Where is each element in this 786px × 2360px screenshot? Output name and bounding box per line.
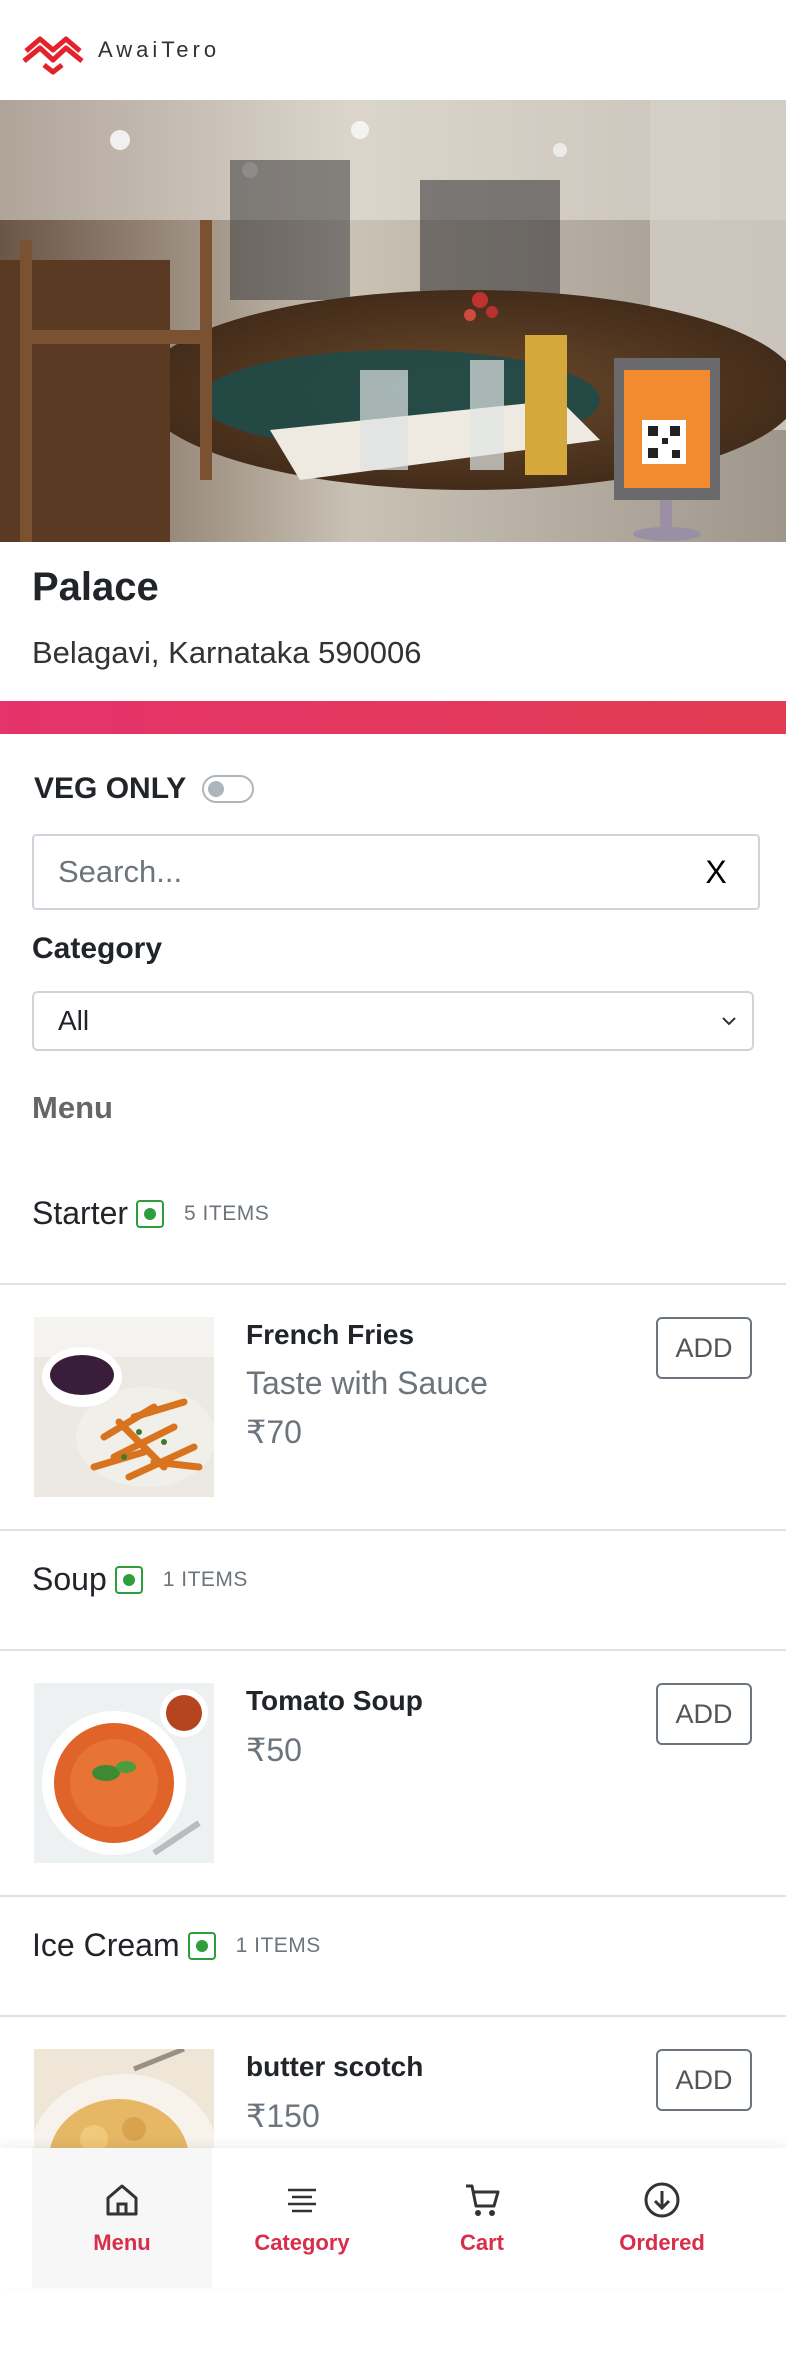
nav-item-ordered[interactable]: Ordered: [572, 2148, 752, 2288]
nav-item-cart[interactable]: Cart: [392, 2148, 572, 2288]
veg-indicator-icon: [187, 1931, 216, 1960]
home-icon: [106, 2184, 138, 2216]
nav-label: Category: [254, 2230, 350, 2255]
item-price: ₹150: [246, 2098, 320, 2134]
french-fries-image: [34, 1317, 214, 1497]
section-item-count: 5 ITEMS: [184, 1201, 270, 1225]
search-input[interactable]: [34, 853, 686, 891]
restaurant-address: Belagavi, Karnataka 590006: [32, 635, 422, 670]
nav-label: Cart: [459, 2230, 504, 2255]
category-selected-value: All: [58, 1005, 90, 1036]
section-header-starter[interactable]: Starter 5 ITEMS: [32, 1195, 269, 1232]
section-header-soup[interactable]: Soup 1 ITEMS: [32, 1561, 248, 1598]
divider: [0, 1895, 786, 1897]
nav-item-category[interactable]: Category: [212, 2148, 392, 2288]
veg-only-label: VEG ONLY: [34, 772, 187, 805]
veg-only-toggle[interactable]: [202, 775, 255, 803]
restaurant-name: Palace: [32, 565, 159, 609]
add-to-cart-button[interactable]: ADD: [656, 2049, 752, 2111]
item-price: ₹70: [246, 1414, 302, 1450]
search-box: X: [32, 834, 760, 910]
category-label: Category: [32, 932, 163, 965]
section-header-ice-cream[interactable]: Ice Cream 1 ITEMS: [32, 1927, 321, 1964]
item-price: ₹50: [246, 1732, 302, 1768]
restaurant-hero-image: [0, 100, 786, 542]
veg-indicator-icon: [114, 1565, 143, 1594]
menu-item: Tomato Soup ₹50 ADD: [0, 1683, 786, 1863]
cart-icon: [466, 2184, 500, 2216]
nav-item-menu[interactable]: Menu: [32, 2148, 212, 2288]
clear-search-button[interactable]: X: [686, 854, 746, 891]
divider: [0, 2015, 786, 2017]
divider: [0, 1649, 786, 1651]
section-item-count: 1 ITEMS: [162, 1567, 248, 1591]
divider: [0, 1529, 786, 1531]
list-icon: [288, 2188, 316, 2213]
section-item-count: 1 ITEMS: [235, 1933, 321, 1957]
chevron-down-icon: [722, 1017, 736, 1026]
app-header: AwaiTero: [0, 0, 786, 100]
bottom-navigation: Menu Category Cart Ordered: [0, 2148, 786, 2288]
accent-divider-bar: [0, 701, 786, 734]
item-name: French Fries: [246, 1319, 415, 1350]
veg-indicator-icon: [136, 1199, 165, 1228]
brand-name: AwaiTero: [98, 37, 221, 62]
item-description: Taste with Sauce: [246, 1365, 488, 1401]
nav-label: Ordered: [619, 2230, 705, 2255]
download-circle-icon: [644, 2182, 680, 2218]
item-name: Tomato Soup: [246, 1685, 423, 1716]
awaitero-logo-icon[interactable]: [20, 25, 86, 75]
toggle-knob: [208, 781, 225, 797]
add-to-cart-button[interactable]: ADD: [656, 1683, 752, 1745]
section-name: Soup: [32, 1561, 107, 1597]
menu-title: Menu: [32, 1090, 113, 1125]
tomato-soup-image: [34, 1683, 214, 1863]
category-select[interactable]: All: [32, 991, 754, 1051]
item-name: butter scotch: [246, 2051, 424, 2082]
section-name: Starter: [32, 1195, 129, 1231]
veg-only-filter: VEG ONLY: [34, 772, 255, 806]
section-name: Ice Cream: [32, 1927, 180, 1963]
divider: [0, 1283, 786, 1285]
nav-label: Menu: [93, 2230, 151, 2255]
add-to-cart-button[interactable]: ADD: [656, 1317, 752, 1379]
menu-item: French Fries Taste with Sauce ₹70 ADD: [0, 1317, 786, 1497]
